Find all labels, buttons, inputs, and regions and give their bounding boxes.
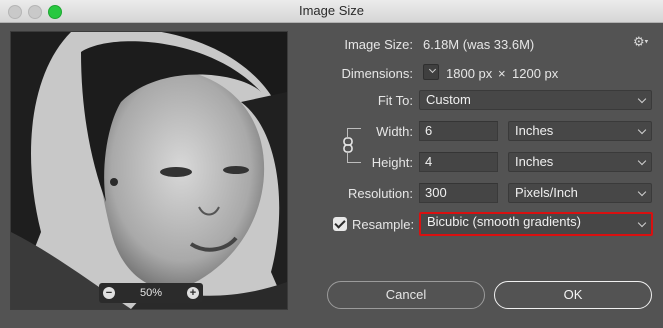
image-size-value: 6.18M (was 33.6M)	[423, 37, 535, 52]
resample-checkbox[interactable]	[333, 217, 347, 231]
width-unit-select[interactable]: Inches	[508, 121, 652, 141]
zoom-control: − 50% +	[99, 283, 203, 303]
fit-to-value: Custom	[426, 92, 471, 107]
chevron-down-icon	[637, 187, 647, 197]
ok-button[interactable]: OK	[494, 281, 652, 309]
height-input[interactable]: 4	[419, 152, 498, 172]
chevron-down-icon	[637, 94, 647, 104]
fit-to-select[interactable]: Custom	[419, 90, 652, 110]
width-input[interactable]: 6	[419, 121, 498, 141]
cancel-button[interactable]: Cancel	[327, 281, 485, 309]
link-chain-icon[interactable]	[342, 137, 354, 153]
image-preview[interactable]: − 50% +	[10, 31, 288, 310]
chevron-down-icon	[428, 65, 437, 74]
resample-method-value: Bicubic (smooth gradients)	[427, 214, 581, 229]
title-bar: Image Size	[0, 0, 663, 23]
fit-to-label: Fit To:	[377, 93, 413, 108]
height-unit-select[interactable]: Inches	[508, 152, 652, 172]
dimensions-label: Dimensions:	[341, 66, 413, 81]
portrait-photo	[11, 32, 287, 309]
zoom-level: 50%	[139, 287, 163, 299]
resolution-unit-select[interactable]: Pixels/Inch	[508, 183, 652, 203]
resample-method-select[interactable]: Bicubic (smooth gradients)	[419, 212, 653, 236]
resolution-unit-value: Pixels/Inch	[515, 185, 578, 200]
resample-label: Resample:	[352, 217, 415, 232]
dimensions-times: ×	[498, 66, 506, 81]
chevron-down-icon	[637, 125, 647, 135]
resolution-input[interactable]: 300	[419, 183, 498, 203]
window-title: Image Size	[298, 3, 365, 18]
chevron-down-icon	[637, 218, 647, 228]
dimensions-width: 1800 px	[446, 66, 493, 81]
zoom-out-icon[interactable]: −	[103, 287, 115, 299]
chevron-down-icon	[637, 156, 647, 166]
image-size-label: Image Size:	[344, 37, 413, 52]
zoom-in-icon[interactable]: +	[187, 287, 199, 299]
height-label: Height:	[371, 155, 413, 170]
dimensions-unit-dropdown[interactable]	[423, 64, 439, 80]
dimensions-height: 1200 px	[512, 66, 559, 81]
settings-gear-icon[interactable]: ⚙▾	[633, 35, 649, 48]
width-label: Width:	[376, 124, 413, 139]
height-unit-value: Inches	[515, 154, 554, 169]
resolution-label: Resolution:	[347, 186, 413, 201]
width-unit-value: Inches	[515, 123, 554, 138]
